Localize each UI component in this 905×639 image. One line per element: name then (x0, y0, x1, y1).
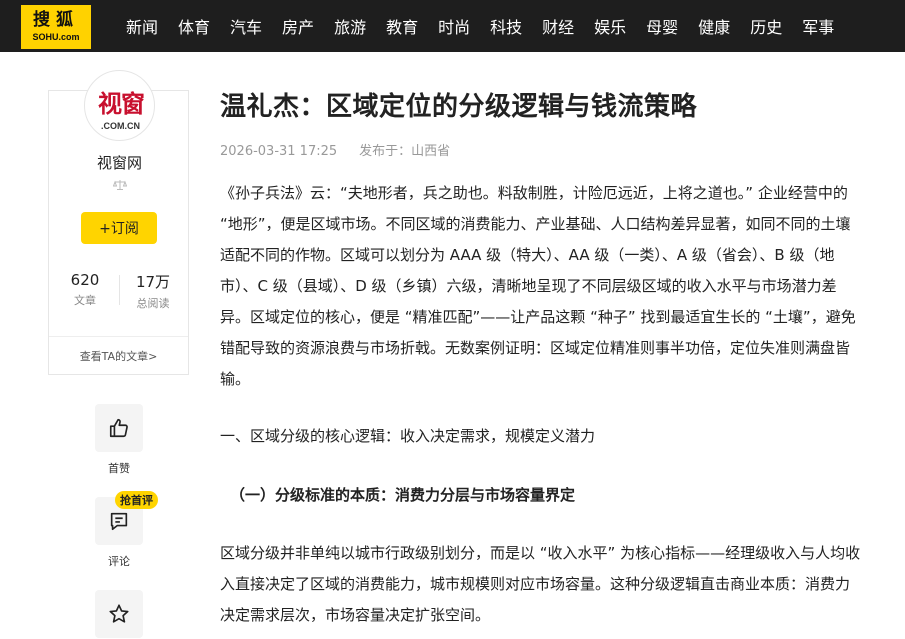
publish-location: 发布于：山西省 (359, 144, 451, 159)
avatar[interactable]: 视窗 .COM.CN (84, 70, 155, 141)
nav-item[interactable]: 母婴 (646, 14, 678, 38)
star-icon (109, 604, 129, 623)
author-name[interactable]: 视窗网 (49, 152, 190, 173)
avatar-logo-text: 视窗 (98, 89, 145, 118)
nav-item[interactable]: 科技 (490, 14, 522, 38)
thumbs-up-icon (109, 418, 128, 438)
article-meta: 2026-03-31 17:25 发布于：山西省 (220, 140, 450, 159)
section-heading: 一、区域分级的核心逻辑：收入决定需求，规模定义潜力 (220, 427, 596, 445)
comment-icon-box: 抢首评 (95, 491, 158, 545)
card-divider (49, 336, 188, 337)
reads-label: 总阅读 (136, 297, 170, 310)
articles-count: 620 (70, 271, 100, 289)
subsection-heading: （一）分级标准的本质：消费力分层与市场容量界定 (230, 486, 576, 504)
certification-icon (49, 179, 190, 194)
nav-item[interactable]: 财经 (542, 14, 574, 38)
sohu-logo[interactable]: 搜狐 SOHU.com (21, 5, 91, 49)
avatar-logo-domain: .COM.CN (101, 121, 140, 131)
favorite-button[interactable] (95, 590, 143, 638)
article-paragraph: 区域分级并非单纯以城市行政级别划分，而是以 “收入水平” 为核心指标——经理级收… (220, 544, 861, 624)
nav-item[interactable]: 军事 (802, 14, 834, 38)
reads-stat: 17万 总阅读 (123, 271, 183, 311)
like-button[interactable]: 首赞 (95, 404, 143, 476)
like-label: 首赞 (108, 462, 130, 475)
top-nav-bar: 搜狐 SOHU.com 新闻 体育 汽车 房产 旅游 教育 时尚 科技 财经 娱乐 母婴 健康 历史 军事 (0, 0, 905, 52)
nav-item[interactable]: 体育 (178, 14, 210, 38)
view-author-articles-link[interactable]: 查看TA的文章> (49, 348, 188, 364)
author-card: 视窗 .COM.CN 视窗网 +订阅 620 文章 17万 总阅读 查看TA的文… (48, 70, 190, 375)
favorite-icon-box (95, 590, 143, 638)
channel-nav: 新闻 体育 汽车 房产 旅游 教育 时尚 科技 财经 娱乐 母婴 健康 历史 军事 (126, 0, 854, 52)
comment-badge: 抢首评 (115, 491, 158, 509)
nav-item[interactable]: 历史 (750, 14, 782, 38)
publish-date: 2026-03-31 17:25 (220, 144, 338, 159)
stat-divider (119, 275, 120, 305)
comment-label: 评论 (108, 555, 130, 568)
logo-domain: SOHU.com (32, 32, 80, 42)
comment-icon (110, 512, 128, 531)
nav-item[interactable]: 娱乐 (594, 14, 626, 38)
nav-item[interactable]: 旅游 (334, 14, 366, 38)
article-paragraph: 《孙子兵法》云：“夫地形者，兵之助也。料敌制胜，计险厄远近，上将之道也。” 企业… (220, 184, 856, 388)
nav-item[interactable]: 汽车 (230, 14, 262, 38)
articles-label: 文章 (74, 294, 96, 307)
subscribe-button[interactable]: +订阅 (81, 212, 157, 244)
logo-text: 搜狐 (33, 10, 79, 30)
article-title: 温礼杰：区域定位的分级逻辑与钱流策略 (220, 92, 698, 122)
articles-stat: 620 文章 (55, 271, 115, 308)
nav-item[interactable]: 教育 (386, 14, 418, 38)
nav-item[interactable]: 时尚 (438, 14, 470, 38)
nav-item[interactable]: 新闻 (126, 14, 158, 38)
reads-count: 17万 (135, 273, 171, 291)
comment-button[interactable]: 抢首评 评论 (95, 491, 158, 569)
like-icon-box (95, 404, 143, 452)
nav-item[interactable]: 房产 (282, 14, 314, 38)
nav-item[interactable]: 健康 (698, 14, 730, 38)
